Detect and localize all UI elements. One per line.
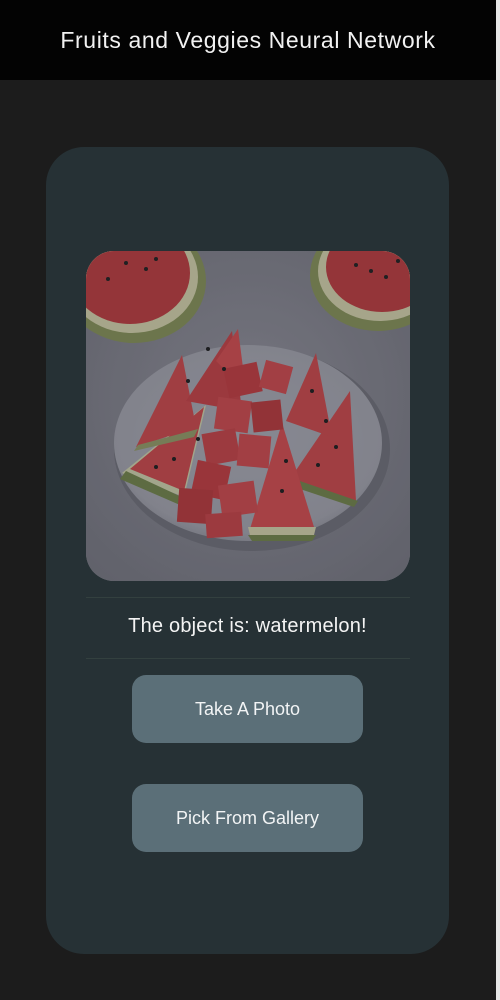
classified-image <box>86 251 410 581</box>
app-screen: Fruits and Veggies Neural Network The ob… <box>0 0 500 1000</box>
classification-result: The object is: watermelon! <box>128 615 367 637</box>
app-bar: Fruits and Veggies Neural Network <box>0 0 496 80</box>
result-divider-top <box>86 597 410 598</box>
result-divider-bottom <box>86 658 410 659</box>
take-photo-button[interactable]: Take A Photo <box>132 675 363 743</box>
classifier-card: The object is: watermelon! Take A Photo … <box>46 147 449 954</box>
app-title: Fruits and Veggies Neural Network <box>60 26 436 53</box>
window-edge <box>496 0 500 1000</box>
pick-from-gallery-button[interactable]: Pick From Gallery <box>132 784 363 852</box>
